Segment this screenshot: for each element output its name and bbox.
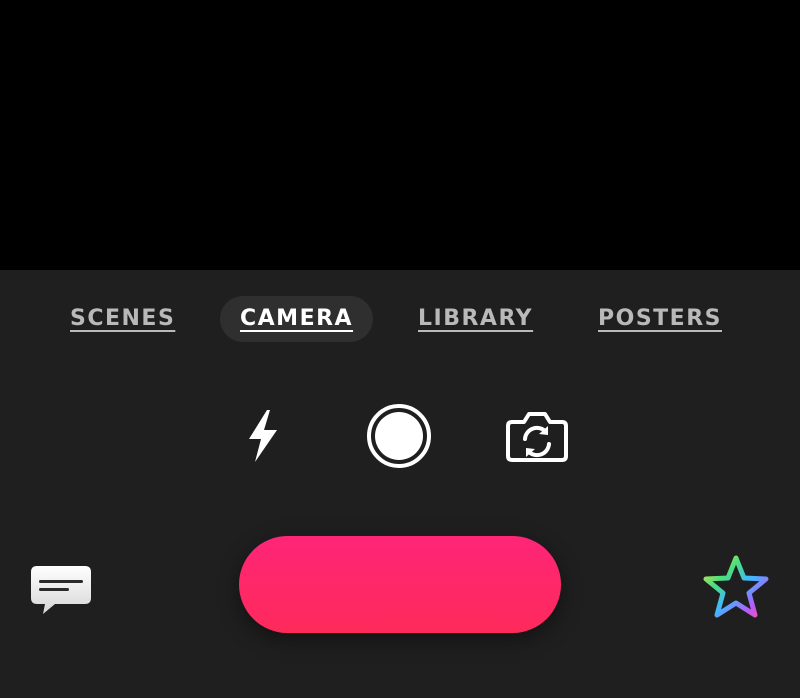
favorites-button[interactable]: [700, 552, 772, 622]
camera-screen: SCENES CAMERA LIBRARY POSTERS: [0, 0, 800, 698]
circle-mode-icon: [367, 404, 431, 468]
flip-camera-button[interactable]: [504, 406, 570, 466]
tab-camera[interactable]: CAMERA: [220, 296, 374, 342]
rainbow-star-icon: [703, 555, 769, 618]
tab-library[interactable]: LIBRARY: [418, 296, 533, 342]
flash-button[interactable]: [238, 404, 288, 468]
comments-button[interactable]: [28, 560, 94, 620]
tab-posters[interactable]: POSTERS: [598, 296, 722, 342]
record-button[interactable]: [239, 536, 561, 633]
tab-scenes[interactable]: SCENES: [70, 296, 175, 342]
capture-mode-button[interactable]: [366, 403, 432, 469]
flash-icon: [249, 410, 277, 462]
camera-flip-icon: [506, 412, 568, 462]
mode-tab-bar: SCENES CAMERA LIBRARY POSTERS: [0, 296, 800, 344]
speech-bubble-icon: [31, 566, 91, 614]
camera-viewfinder: [0, 0, 800, 270]
